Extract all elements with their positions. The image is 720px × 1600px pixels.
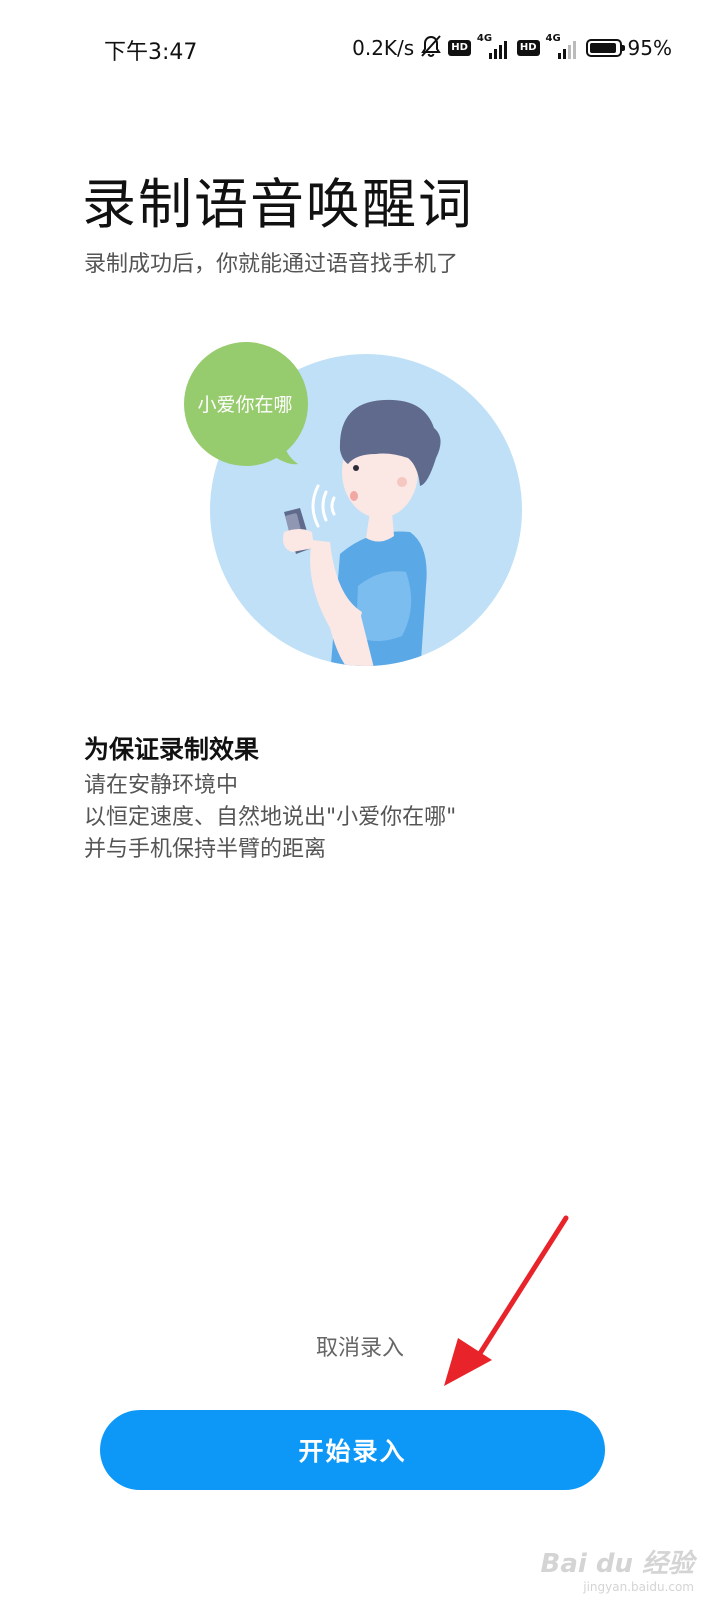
watermark-url: jingyan.baidu.com xyxy=(583,1580,694,1594)
status-bar: 下午3:47 0.2K/s HD 4G HD 4G 95% xyxy=(0,0,720,96)
battery-icon xyxy=(585,39,625,57)
tips-list: 请在安静环境中 以恒定速度、自然地说出"小爱你在哪" 并与手机保持半臂的距离 xyxy=(84,770,456,866)
tips-heading: 为保证录制效果 xyxy=(84,735,260,764)
annotation-arrow-icon xyxy=(444,1215,569,1386)
person-speaking-illustration xyxy=(184,342,522,666)
start-record-button[interactable]: 开始录入 xyxy=(100,1410,605,1490)
status-time: 下午3:47 xyxy=(104,40,198,65)
battery-percent: 95% xyxy=(627,36,672,60)
page-subtitle: 录制成功后，你就能通过语音找手机了 xyxy=(84,252,459,277)
cancel-record-button[interactable]: 取消录入 xyxy=(0,1330,720,1362)
bell-off-icon xyxy=(420,34,442,63)
tips-line: 请在安静环境中 xyxy=(84,773,239,798)
voice-illustration: 小爱你在哪 xyxy=(180,336,540,676)
tips-line: 并与手机保持半臂的距离 xyxy=(84,837,327,862)
tips-line: 以恒定速度、自然地说出"小爱你在哪" xyxy=(84,805,457,830)
signal-icon: 4G xyxy=(477,33,511,61)
watermark-logo-text: Bai du 经验 xyxy=(540,1549,695,1579)
bubble-text: 小爱你在哪 xyxy=(197,394,293,416)
hd-icon: HD xyxy=(516,40,540,56)
hd-icon: HD xyxy=(448,40,471,56)
status-indicators: 0.2K/s HD 4G HD 4G 95% xyxy=(352,30,672,66)
net-speed: 0.2K/s xyxy=(352,36,415,60)
baidu-watermark: Bai du 经验 jingyan.baidu.com xyxy=(541,1543,695,1594)
signal-icon: 4G xyxy=(546,33,580,61)
page-title: 录制语音唤醒词 xyxy=(82,173,474,236)
battery-fill xyxy=(589,43,617,53)
